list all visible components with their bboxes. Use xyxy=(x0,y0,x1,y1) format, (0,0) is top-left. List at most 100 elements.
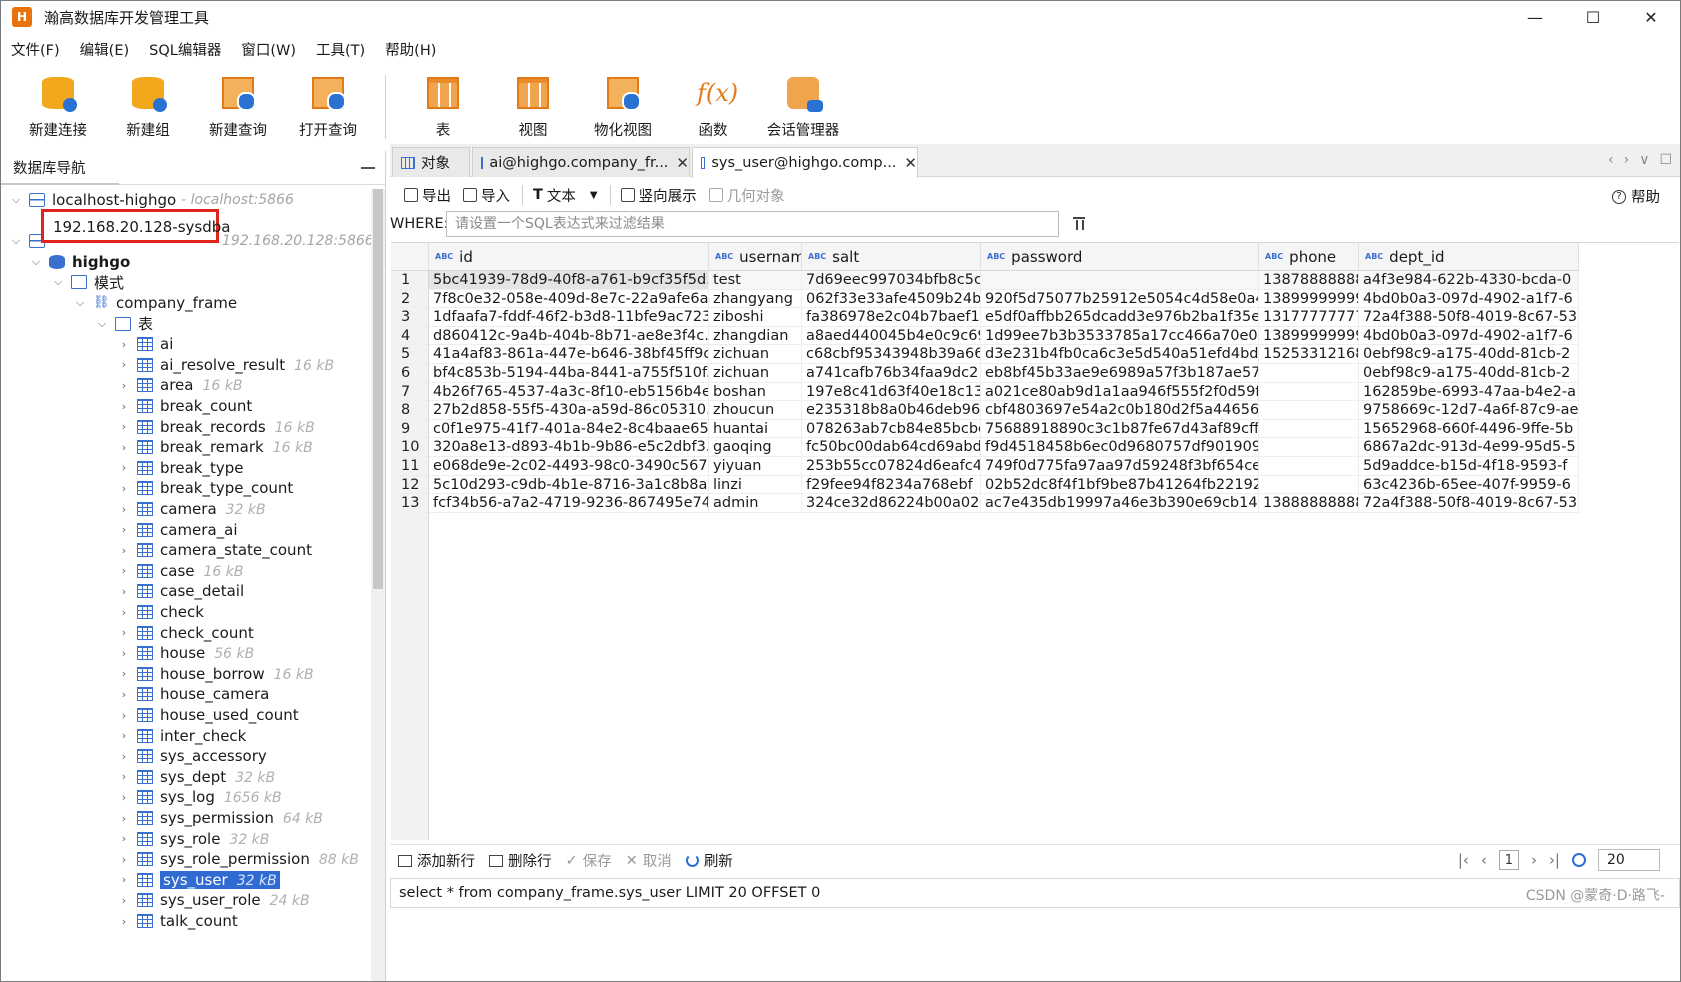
where-filter-input[interactable] xyxy=(446,211,1059,237)
cell-username[interactable]: linzi xyxy=(709,475,802,495)
chevron-right-icon[interactable]: › xyxy=(117,523,131,537)
tree-table-ai-resolve-result[interactable]: › ai_resolve_result 16 kB xyxy=(117,354,334,376)
navigator-scrollbar[interactable] xyxy=(371,189,385,981)
cell-dept-id[interactable]: 5d9addce-b15d-4f18-9593-f xyxy=(1359,457,1579,476)
tree-table-check[interactable]: › check xyxy=(117,601,204,623)
tree-table-house[interactable]: › house 56 kB xyxy=(117,642,254,664)
undefined[interactable]: ⌵ highgo xyxy=(29,251,130,273)
chevron-right-icon[interactable]: › xyxy=(117,564,131,578)
tree-table-check-count[interactable]: › check_count xyxy=(117,622,254,644)
export-button[interactable]: 导出 xyxy=(404,185,451,206)
undefined[interactable]: ⌵ localhost-highgo - localhost:5866 xyxy=(9,189,294,211)
chevron-right-icon[interactable]: › xyxy=(117,481,131,495)
cell-username[interactable]: zichuan xyxy=(709,364,802,383)
function-button[interactable]: f(x) 函数 xyxy=(668,65,758,140)
cell-salt[interactable]: fc50bc00dab64cd69abd xyxy=(802,438,981,457)
chevron-right-icon[interactable]: › xyxy=(117,399,131,413)
tree-table-case[interactable]: › case 16 kB xyxy=(117,560,244,582)
navigator-scroll-thumb[interactable] xyxy=(373,189,383,589)
cell-username[interactable]: gaoqing xyxy=(709,438,802,457)
cell-salt[interactable]: fa386978e2c04b7baef1 xyxy=(802,308,981,327)
cell-password[interactable]: a021ce80ab9d1a1aa946f555f2f0d59f xyxy=(981,382,1259,402)
save-button[interactable]: ✓ 保存 xyxy=(566,850,612,871)
cell-id[interactable]: 5bc41939-78d9-40f8-a761-b9cf35f5d... xyxy=(429,271,709,290)
cell-username[interactable]: boshan xyxy=(709,382,802,402)
tree-table-sys-user-role[interactable]: › sys_user_role 24 kB xyxy=(117,889,310,911)
cell-password[interactable]: 749f0d775fa97aa97d59248f3bf654ce xyxy=(981,457,1259,476)
page-number-input[interactable]: 1 xyxy=(1498,850,1519,870)
chevron-right-icon[interactable]: › xyxy=(117,502,131,516)
chevron-right-icon[interactable]: › xyxy=(117,832,131,846)
tree-table-break-type[interactable]: › break_type xyxy=(117,457,244,479)
tree-table-break-type-count[interactable]: › break_type_count xyxy=(117,477,294,499)
column-header-phone[interactable]: ABC phone xyxy=(1259,243,1359,271)
tree-table-break-count[interactable]: › break_count xyxy=(117,395,253,417)
filter-icon[interactable] xyxy=(1073,217,1085,231)
cell-dept-id[interactable]: 15652968-660f-4496-9ffe-5b xyxy=(1359,419,1579,439)
chevron-right-icon[interactable]: › xyxy=(117,893,131,907)
undefined[interactable]: ⌵ 模式 xyxy=(51,271,124,293)
cell-password[interactable]: f9d4518458b6ec0d9680757df901909e xyxy=(981,438,1259,457)
chevron-down-icon[interactable]: ⌵ xyxy=(29,255,43,269)
tree-table-camera-ai[interactable]: › camera_ai xyxy=(117,519,238,541)
tree-table-sys-accessory[interactable]: › sys_accessory xyxy=(117,745,267,767)
chevron-right-icon[interactable]: › xyxy=(117,605,131,619)
next-page-icon[interactable]: › xyxy=(1531,851,1537,869)
cell-username[interactable]: zhangdian xyxy=(709,326,802,346)
maximize-button[interactable]: ☐ xyxy=(1564,1,1622,33)
cell-phone[interactable] xyxy=(1259,438,1359,457)
cell-username[interactable]: yiyuan xyxy=(709,457,802,476)
navigator-title[interactable]: 数据库导航 xyxy=(13,157,86,178)
cell-password[interactable]: cbf4803697e54a2c0b180d2f5a446562 xyxy=(981,401,1259,420)
chevron-right-icon[interactable]: › xyxy=(117,811,131,825)
menu-window[interactable]: 窗口(W) xyxy=(241,39,296,60)
chevron-down-icon[interactable]: ⌵ xyxy=(51,275,65,289)
cell-dept-id[interactable]: 0ebf98c9-a175-40dd-81cb-2 xyxy=(1359,364,1579,383)
new-query-button[interactable]: 新建查询 xyxy=(193,65,283,140)
tree-table-area[interactable]: › area 16 kB xyxy=(117,374,243,396)
chevron-right-icon[interactable]: › xyxy=(117,914,131,928)
column-header-salt[interactable]: ABC salt xyxy=(802,243,981,271)
tree-table-house-used-count[interactable]: › house_used_count xyxy=(117,704,299,726)
chevron-right-icon[interactable]: › xyxy=(117,420,131,434)
view-button[interactable]: 视图 xyxy=(488,65,578,140)
prev-page-icon[interactable]: ‹ xyxy=(1481,851,1487,869)
tree-table-house-camera[interactable]: › house_camera xyxy=(117,683,270,705)
cell-password[interactable]: e5df0affbb265dcadd3e976b2ba1f35e xyxy=(981,308,1259,327)
first-page-icon[interactable]: |‹ xyxy=(1458,851,1469,869)
menu-sql-editor[interactable]: SQL编辑器 xyxy=(149,39,221,60)
tab-objects[interactable]: 对象 xyxy=(392,147,470,177)
cell-dept-id[interactable]: 63c4236b-65ee-407f-9959-6 xyxy=(1359,475,1579,495)
column-header-dept-id[interactable]: ABC dept_id xyxy=(1359,243,1579,271)
cell-salt[interactable]: 324ce32d86224b00a02b xyxy=(802,494,981,513)
chevron-right-icon[interactable]: › xyxy=(117,584,131,598)
row-limit-input[interactable]: 20 xyxy=(1598,849,1660,871)
tree-table-inter-check[interactable]: › inter_check xyxy=(117,725,247,747)
cell-dept-id[interactable]: 9758669c-12d7-4a6f-87c9-ae xyxy=(1359,401,1579,420)
chevron-right-icon[interactable]: › xyxy=(117,873,131,887)
cell-username[interactable]: zichuan xyxy=(709,345,802,364)
cell-password[interactable]: ac7e435db19997a46e3b390e69cb148b xyxy=(981,494,1259,513)
chevron-down-icon[interactable]: ⌵ xyxy=(9,193,23,207)
undefined[interactable]: ⌵ 表 xyxy=(95,313,153,335)
cell-phone[interactable] xyxy=(1259,401,1359,420)
chevron-down-icon[interactable]: ⌵ xyxy=(9,234,23,248)
tree-table-ai[interactable]: › ai xyxy=(117,333,174,355)
cell-username[interactable]: test xyxy=(709,271,802,290)
tree-table-break-remark[interactable]: › break_remark 16 kB xyxy=(117,436,313,458)
cell-dept-id[interactable]: 72a4f388-50f8-4019-8c67-53 xyxy=(1359,308,1579,327)
geometry-button[interactable]: 几何对象 xyxy=(708,185,785,206)
close-tab-icon[interactable]: ✕ xyxy=(676,154,689,172)
chevron-right-icon[interactable]: › xyxy=(117,626,131,640)
cell-id[interactable]: 1dfaafa7-fddf-46f2-b3d8-11bfe9ac7230 xyxy=(429,308,709,327)
cell-phone[interactable] xyxy=(1259,475,1359,495)
cell-phone[interactable] xyxy=(1259,419,1359,439)
chevron-right-icon[interactable]: › xyxy=(117,852,131,866)
column-header-username[interactable]: ABC username xyxy=(709,243,802,271)
cell-salt[interactable]: 253b55cc07824d6eafc4 xyxy=(802,457,981,476)
tree-table-camera[interactable]: › camera 32 kB xyxy=(117,498,266,520)
cell-dept-id[interactable]: 4bd0b0a3-097d-4902-a1f7-6 xyxy=(1359,289,1579,309)
cell-phone[interactable] xyxy=(1259,457,1359,476)
tree-table-house-borrow[interactable]: › house_borrow 16 kB xyxy=(117,663,314,685)
cell-username[interactable]: ziboshi xyxy=(709,308,802,327)
